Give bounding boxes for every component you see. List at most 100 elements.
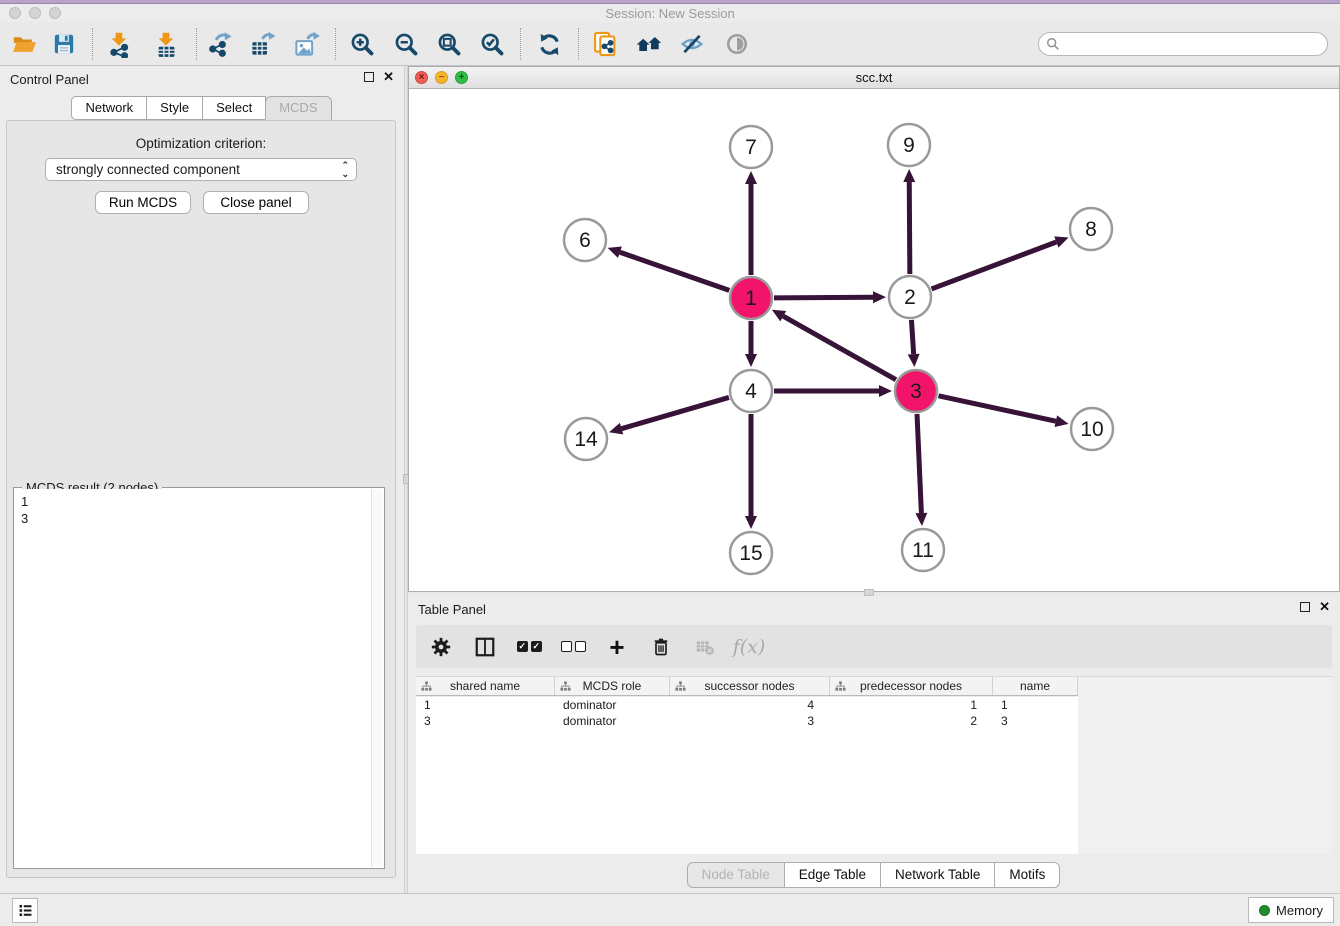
import-table-button[interactable]	[148, 27, 184, 61]
edge-3-1[interactable]	[783, 316, 896, 380]
optimization-criterion-select[interactable]: strongly connected component ⌃⌄	[45, 158, 357, 181]
close-panel-button[interactable]: Close panel	[203, 191, 309, 214]
arrowhead-4-14	[609, 423, 623, 435]
tab-mcds[interactable]: MCDS	[265, 96, 331, 120]
svg-text:9: 9	[903, 134, 915, 157]
edge-3-10[interactable]	[938, 396, 1055, 421]
svg-text:8: 8	[1085, 218, 1097, 241]
import-network-button[interactable]	[101, 27, 137, 61]
delete-column-button[interactable]	[646, 632, 676, 662]
tab-edge-table[interactable]: Edge Table	[784, 862, 881, 888]
select-all-rows-button[interactable]	[514, 632, 544, 662]
graph-node-8[interactable]: 8	[1070, 208, 1112, 250]
table-row[interactable]: 3dominator323	[416, 713, 1078, 729]
gear-icon	[430, 636, 452, 658]
cell-name[interactable]: 3	[993, 713, 1078, 729]
show-all-button[interactable]	[719, 27, 755, 61]
create-column-button[interactable]: +	[602, 632, 632, 662]
column-header-MCDS-role[interactable]: MCDS role	[555, 677, 670, 695]
edge-4-14[interactable]	[622, 397, 729, 428]
tab-style[interactable]: Style	[146, 96, 203, 120]
search-input[interactable]	[1060, 35, 1327, 53]
graph-node-4[interactable]: 4	[730, 370, 772, 412]
network-graph[interactable]: 7 9 6 8 1 2 4 3 14 10 15 11	[409, 89, 1339, 591]
column-header-successor-nodes[interactable]: successor nodes	[670, 677, 830, 695]
column-header-shared-name[interactable]: shared name	[416, 677, 555, 695]
cell-name[interactable]: 1	[993, 697, 1078, 713]
apply-layout-button[interactable]	[531, 27, 567, 61]
close-panel-icon[interactable]: ✕	[383, 72, 394, 82]
graph-node-7[interactable]: 7	[730, 126, 772, 168]
zoom-out-button[interactable]	[388, 27, 424, 61]
hide-selected-button[interactable]	[674, 27, 710, 61]
save-session-button[interactable]	[46, 27, 82, 61]
network-search-field[interactable]	[1038, 32, 1328, 56]
svg-text:14: 14	[574, 428, 598, 451]
column-header-predecessor-nodes[interactable]: predecessor nodes	[830, 677, 993, 695]
memory-button[interactable]: Memory	[1248, 897, 1334, 923]
task-history-button[interactable]	[12, 898, 38, 923]
function-builder-button[interactable]: f(x)	[734, 632, 764, 662]
show-column-panel-button[interactable]	[470, 632, 500, 662]
cell-MCDS-role[interactable]: dominator	[555, 713, 670, 729]
cell-MCDS-role[interactable]: dominator	[555, 697, 670, 713]
export-table-button[interactable]	[244, 27, 280, 61]
export-image-button[interactable]	[288, 27, 324, 61]
export-network-button[interactable]	[201, 27, 237, 61]
network-window-titlebar[interactable]: × − + scc.txt	[409, 67, 1339, 89]
network-canvas[interactable]: 7 9 6 8 1 2 4 3 14 10 15 11	[409, 89, 1339, 591]
table-settings-button[interactable]	[426, 632, 456, 662]
cell-predecessor-nodes[interactable]: 1	[830, 697, 993, 713]
edge-2-9[interactable]	[909, 182, 910, 274]
graph-node-11[interactable]: 11	[902, 529, 944, 571]
graph-node-15[interactable]: 15	[730, 532, 772, 574]
edge-1-6[interactable]	[620, 252, 729, 290]
graph-node-1[interactable]: 1	[730, 277, 772, 319]
graph-node-10[interactable]: 10	[1071, 408, 1113, 450]
graph-node-6[interactable]: 6	[564, 219, 606, 261]
result-scrollbar[interactable]	[371, 489, 383, 867]
graph-node-14[interactable]: 14	[565, 418, 607, 460]
cell-predecessor-nodes[interactable]: 2	[830, 713, 993, 729]
zoom-fit-button[interactable]	[431, 27, 467, 61]
float-panel-icon[interactable]	[364, 72, 374, 82]
clone-network-button[interactable]	[587, 27, 623, 61]
houses-icon	[635, 30, 663, 58]
graph-node-2[interactable]: 2	[889, 276, 931, 318]
table-toolbar: +	[416, 625, 1332, 668]
table-row[interactable]: 1dominator411	[416, 697, 1078, 713]
graph-node-9[interactable]: 9	[888, 124, 930, 166]
tab-motifs[interactable]: Motifs	[994, 862, 1060, 888]
column-header-name[interactable]: name	[993, 677, 1078, 695]
mcds-result-values[interactable]: 1 3	[15, 489, 371, 867]
edge-2-3[interactable]	[911, 320, 913, 354]
edge-3-11[interactable]	[917, 414, 921, 513]
cell-shared-name[interactable]: 3	[416, 713, 555, 729]
session-title: Session: New Session	[0, 6, 1340, 21]
cell-successor-nodes[interactable]: 3	[670, 713, 830, 729]
graph-node-3[interactable]: 3	[895, 370, 937, 412]
zoom-in-button[interactable]	[344, 27, 380, 61]
network-title: scc.txt	[409, 70, 1339, 85]
cell-successor-nodes[interactable]: 4	[670, 697, 830, 713]
deselect-all-rows-button[interactable]	[558, 632, 588, 662]
svg-text:15: 15	[739, 542, 762, 565]
open-session-button[interactable]	[6, 27, 42, 61]
network-view-window: × − + scc.txt 7 9 6 8 1 2 4 3 14 10 15 11	[408, 66, 1340, 592]
edge-2-8[interactable]	[932, 242, 1057, 289]
float-panel-icon[interactable]	[1300, 602, 1310, 612]
unchecked-boxes-icon	[561, 641, 586, 652]
close-panel-icon[interactable]: ✕	[1319, 602, 1330, 612]
zoom-selected-button[interactable]	[474, 27, 510, 61]
eye-disabled-icon	[723, 30, 751, 58]
tab-network[interactable]: Network	[71, 96, 147, 120]
cell-shared-name[interactable]: 1	[416, 697, 555, 713]
edge-1-2[interactable]	[774, 297, 873, 298]
splitter-grip[interactable]	[864, 589, 874, 596]
run-mcds-button[interactable]: Run MCDS	[95, 191, 191, 214]
delete-table-button[interactable]	[690, 632, 720, 662]
tab-network-table[interactable]: Network Table	[880, 862, 995, 888]
tab-select[interactable]: Select	[202, 96, 266, 120]
first-neighbors-button[interactable]	[631, 27, 667, 61]
tab-node-table[interactable]: Node Table	[687, 862, 785, 888]
